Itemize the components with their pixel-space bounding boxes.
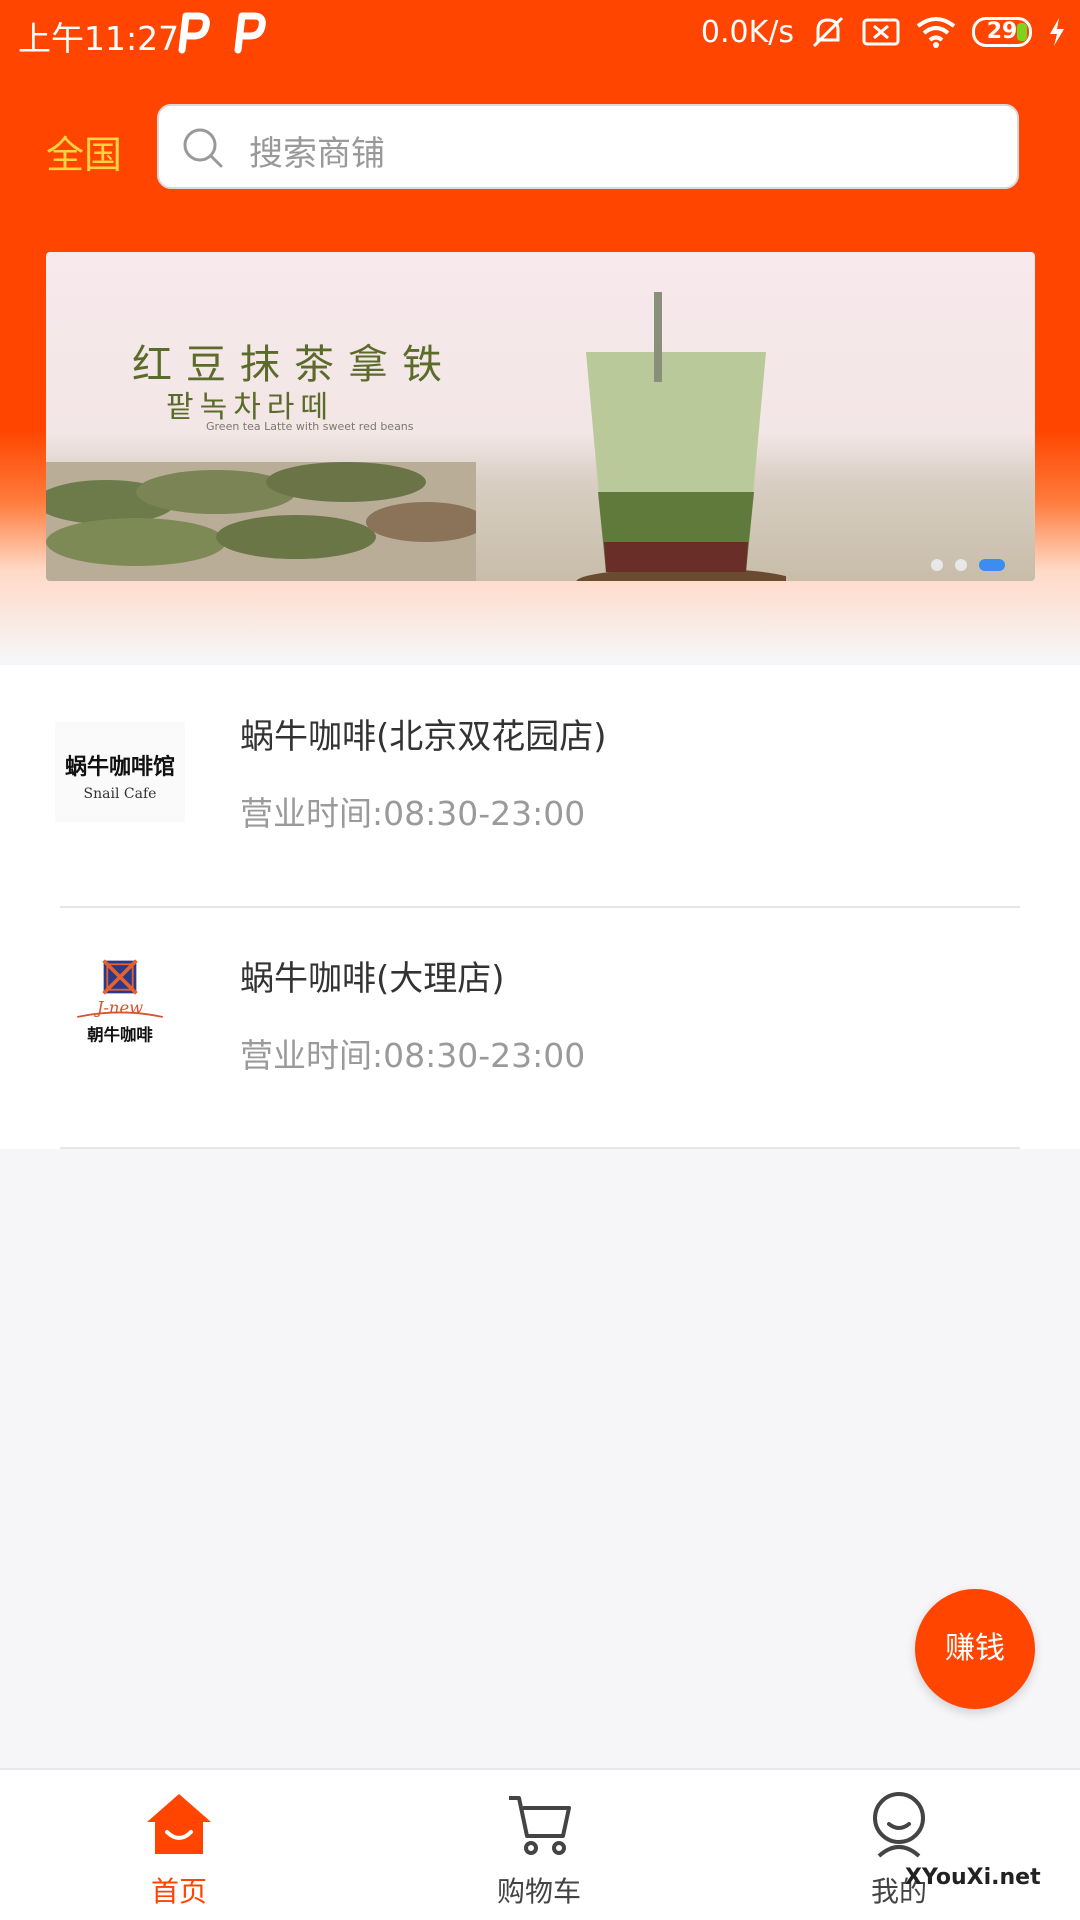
tab-profile[interactable]: 我的 [799, 1770, 999, 1920]
mute-icon [812, 16, 844, 48]
shop-list: 蜗牛咖啡馆 Snail Cafe 蜗牛咖啡(北京双花园店) 营业时间:08:30… [0, 665, 1080, 1149]
shop-hours: 营业时间:08:30-23:00 [240, 1036, 586, 1075]
search-icon [183, 128, 223, 168]
profile-icon [873, 1792, 925, 1858]
home-icon [147, 1794, 211, 1854]
tab-home[interactable]: 首页 [79, 1770, 279, 1920]
latte-glass-image [576, 292, 786, 581]
search-placeholder: 搜索商铺 [249, 134, 385, 174]
divider [60, 1147, 1020, 1149]
banner-dot-active[interactable] [979, 559, 1005, 571]
shop-logo-subtext: J-new [94, 998, 143, 1017]
cookies-image [46, 462, 476, 581]
notification-p-icon [178, 12, 210, 54]
wifi-icon [916, 17, 956, 48]
sim-off-icon [862, 18, 900, 46]
battery-level: 29 [986, 19, 1018, 44]
earn-money-button[interactable]: 赚钱 [915, 1589, 1035, 1709]
shop-logo-text: 朝牛咖啡 [87, 1026, 153, 1045]
banner-pagination [931, 559, 1005, 571]
shop-hours: 营业时间:08:30-23:00 [240, 794, 586, 833]
watermark: XYouXi.net [905, 1865, 1041, 1890]
cart-icon [509, 1796, 571, 1855]
banner-caption: Green tea Latte with sweet red beans [206, 420, 414, 433]
banner-dot[interactable] [955, 559, 967, 571]
status-time: 上午11:27 [18, 19, 180, 58]
region-selector[interactable]: 全国 [46, 124, 122, 179]
status-bar: 上午11:27 0.0K/s 29 [0, 0, 1080, 72]
shop-logo-subtext: Snail Cafe [84, 786, 157, 802]
shop-name: 蜗牛咖啡(北京双花园店) [240, 717, 607, 757]
banner-dot[interactable] [931, 559, 943, 571]
shop-list-item[interactable]: J-new 朝牛咖啡 蜗牛咖啡(大理店) 营业时间:08:30-23:00 [0, 907, 1080, 1149]
shop-logo-text: 蜗牛咖啡馆 [65, 754, 175, 780]
network-speed: 0.0K/s [700, 14, 794, 50]
bottom-tab-bar: 首页 购物车 我的 [0, 1768, 1080, 1920]
notification-p-icon [234, 12, 266, 54]
promo-banner[interactable]: 红豆抹茶拿铁 팥녹차라떼 Green tea Latte with sweet … [46, 252, 1035, 581]
tab-label: 首页 [150, 1875, 207, 1908]
battery-icon: 29 [972, 17, 1032, 47]
shop-list-item[interactable]: 蜗牛咖啡馆 Snail Cafe 蜗牛咖啡(北京双花园店) 营业时间:08:30… [0, 665, 1080, 907]
shop-name: 蜗牛咖啡(大理店) [240, 959, 505, 999]
shop-logo-jnew-coffee: J-new 朝牛咖啡 [55, 957, 185, 1057]
search-input[interactable]: 搜索商铺 [157, 104, 1019, 189]
tab-label: 购物车 [496, 1875, 581, 1908]
shop-logo-snail-cafe: 蜗牛咖啡馆 Snail Cafe [55, 722, 185, 822]
charging-icon [1050, 18, 1064, 46]
tab-cart[interactable]: 购物车 [439, 1770, 639, 1920]
